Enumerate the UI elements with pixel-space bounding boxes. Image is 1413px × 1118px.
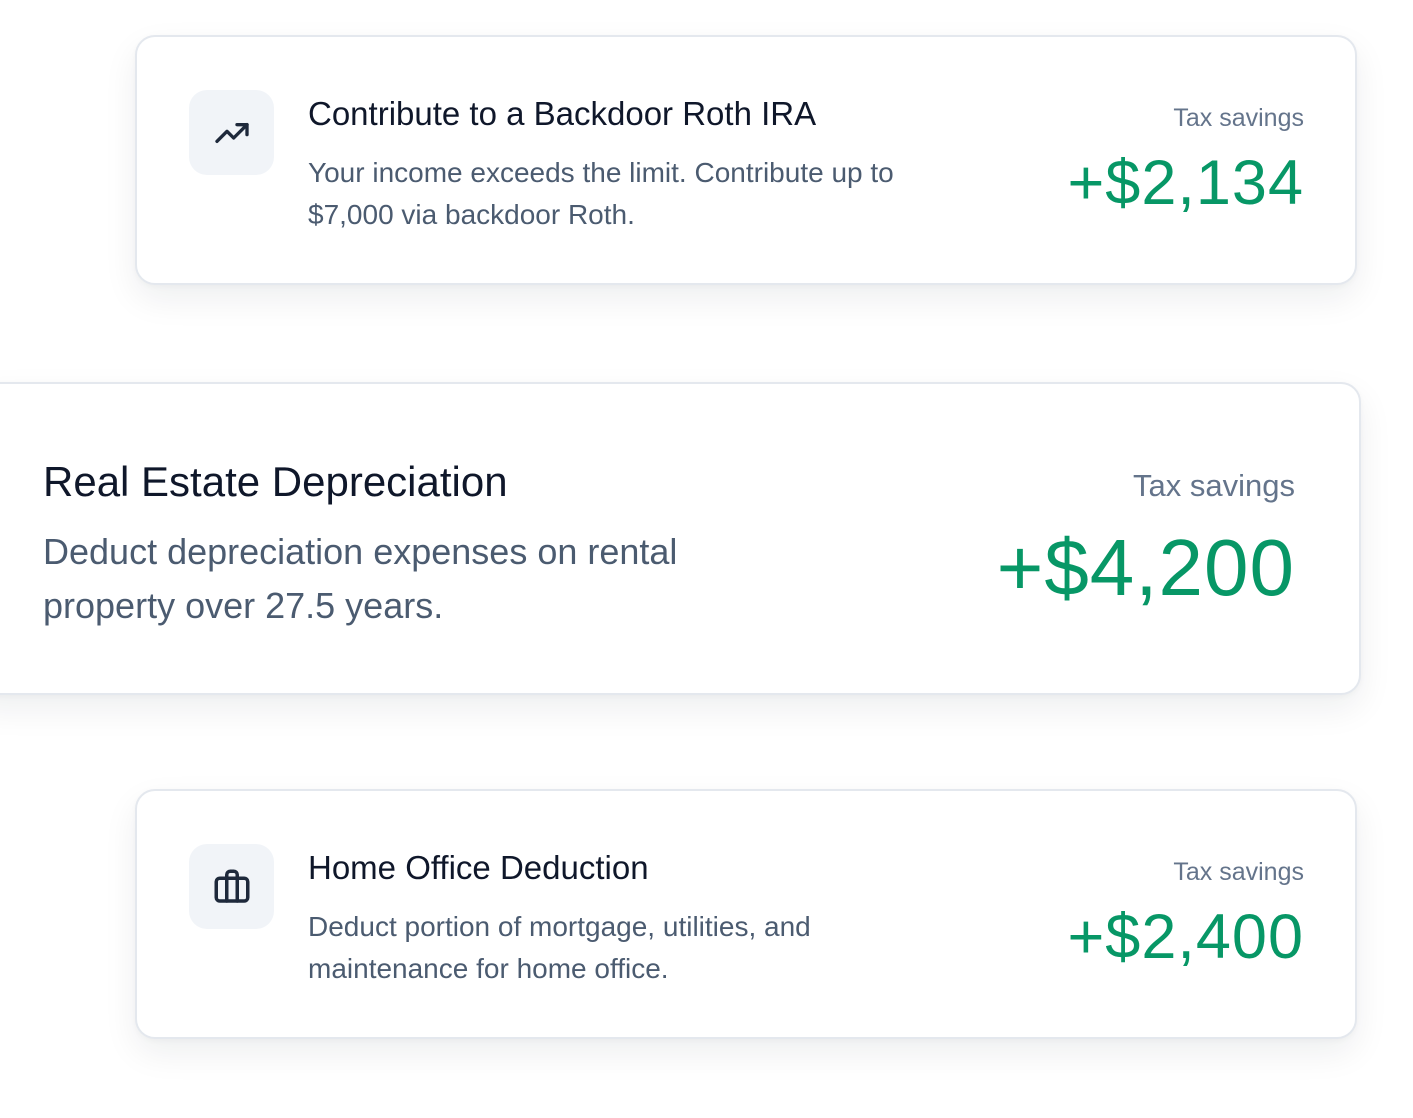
briefcase-icon xyxy=(189,844,274,929)
trending-up-icon xyxy=(189,90,274,175)
tax-savings-label: Tax savings xyxy=(1133,468,1295,503)
strategy-description: Deduct depreciation expenses on rental p… xyxy=(43,531,678,626)
tax-savings-amount: +$4,200 xyxy=(996,523,1295,612)
tax-savings-amount: +$2,400 xyxy=(1067,902,1304,972)
strategy-card-real-estate-depreciation[interactable]: Real Estate Depreciation Deduct deprecia… xyxy=(0,382,1361,695)
strategy-title: Contribute to a Backdoor Roth IRA xyxy=(308,95,817,132)
strategy-card-backdoor-roth[interactable]: Contribute to a Backdoor Roth IRA Your i… xyxy=(135,35,1357,285)
strategy-card-home-office[interactable]: Home Office Deduction Deduct portion of … xyxy=(135,789,1357,1039)
tax-strategies-stage: Contribute to a Backdoor Roth IRA Your i… xyxy=(0,0,1413,1118)
strategy-description: Your income exceeds the limit. Contribut… xyxy=(308,157,894,230)
tax-savings-label: Tax savings xyxy=(1173,858,1304,886)
strategy-description: Deduct portion of mortgage, utilities, a… xyxy=(308,911,811,984)
tax-savings-label: Tax savings xyxy=(1173,104,1304,132)
strategy-title: Home Office Deduction xyxy=(308,849,649,886)
tax-savings-amount: +$2,134 xyxy=(1067,148,1304,218)
strategy-title: Real Estate Depreciation xyxy=(43,458,508,505)
